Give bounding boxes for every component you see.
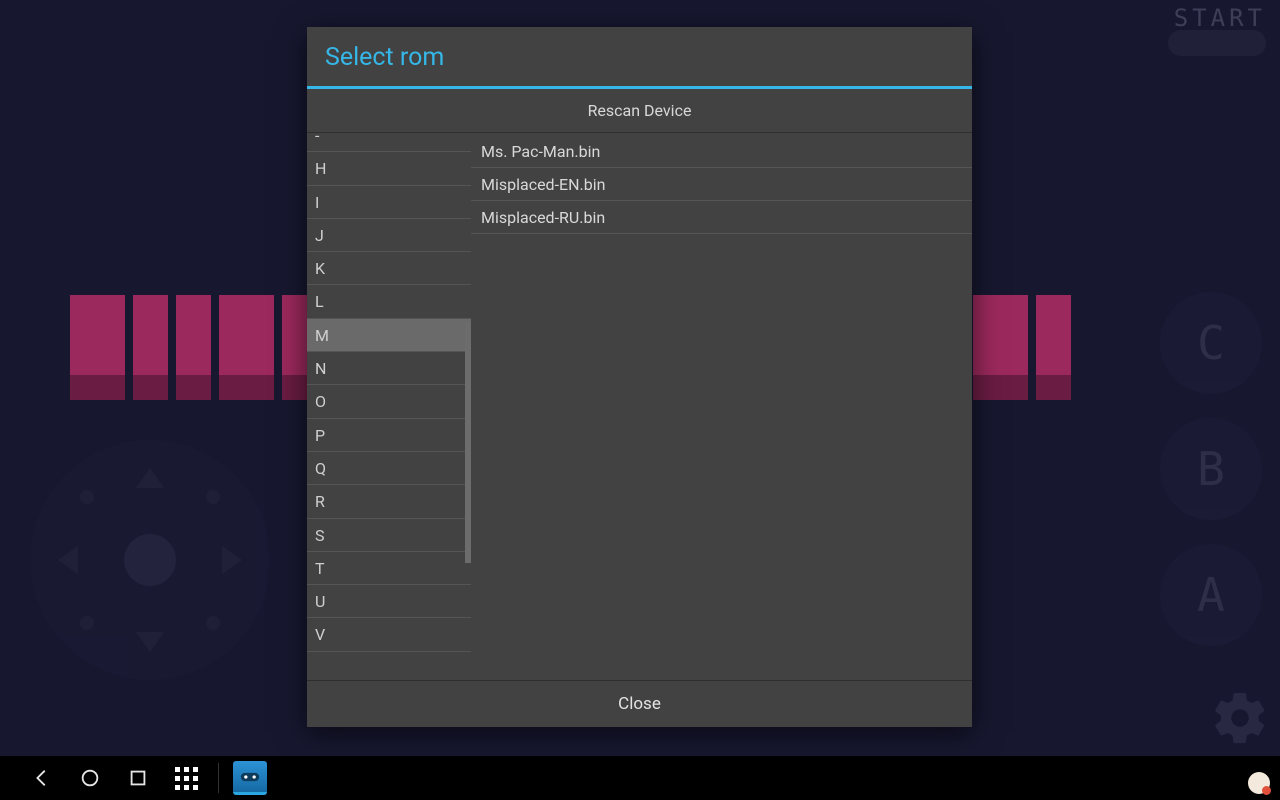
dpad-down-icon[interactable] [136, 632, 164, 652]
nav-apps-icon[interactable] [162, 756, 210, 800]
alpha-item-Q[interactable]: Q [307, 452, 471, 485]
alpha-item-T[interactable]: T [307, 552, 471, 585]
alpha-item-J[interactable]: J [307, 219, 471, 252]
alpha-item-M[interactable]: M [307, 319, 471, 352]
close-button[interactable]: Close [307, 681, 972, 727]
alpha-item-V[interactable]: V [307, 618, 471, 651]
android-navbar [0, 756, 1280, 800]
alpha-item-I[interactable]: I [307, 186, 471, 219]
file-item[interactable]: Misplaced-RU.bin [471, 201, 972, 234]
dpad-up-icon[interactable] [136, 468, 164, 488]
alpha-item-L[interactable]: L [307, 285, 471, 318]
nav-home-icon[interactable] [66, 756, 114, 800]
alpha-item-N[interactable]: N [307, 352, 471, 385]
file-item[interactable]: Ms. Pac-Man.bin [471, 135, 972, 168]
alpha-item--[interactable]: - [307, 133, 471, 152]
start-label: START [1174, 4, 1266, 32]
alpha-index[interactable]: -HIJKLMNOPQRSTUV [307, 133, 471, 680]
button-b[interactable]: B [1160, 418, 1262, 520]
nav-back-icon[interactable] [18, 756, 66, 800]
dialog-title: Select rom [307, 27, 972, 86]
settings-gear-icon[interactable] [1210, 688, 1270, 748]
alpha-item-K[interactable]: K [307, 252, 471, 285]
button-a[interactable]: A [1160, 544, 1262, 646]
file-list: Ms. Pac-Man.binMisplaced-EN.binMisplaced… [471, 133, 972, 680]
scrollbar-thumb[interactable] [465, 323, 471, 563]
tray-notification-icon[interactable] [1248, 772, 1270, 794]
start-button[interactable] [1168, 30, 1266, 56]
alpha-item-O[interactable]: O [307, 385, 471, 418]
nav-recents-icon[interactable] [114, 756, 162, 800]
alpha-item-R[interactable]: R [307, 485, 471, 518]
select-rom-dialog: Select rom Rescan Device -HIJKLMNOPQRSTU… [307, 27, 972, 727]
alpha-item-P[interactable]: P [307, 419, 471, 452]
dpad-right-icon[interactable] [222, 546, 242, 574]
button-c[interactable]: C [1160, 292, 1262, 394]
rescan-device-button[interactable]: Rescan Device [307, 89, 972, 133]
alpha-item-H[interactable]: H [307, 152, 471, 185]
dpad[interactable] [30, 440, 270, 680]
taskbar-app-emulator-icon[interactable] [233, 761, 267, 795]
alpha-item-S[interactable]: S [307, 519, 471, 552]
alpha-item-U[interactable]: U [307, 585, 471, 618]
dpad-left-icon[interactable] [58, 546, 78, 574]
file-item[interactable]: Misplaced-EN.bin [471, 168, 972, 201]
